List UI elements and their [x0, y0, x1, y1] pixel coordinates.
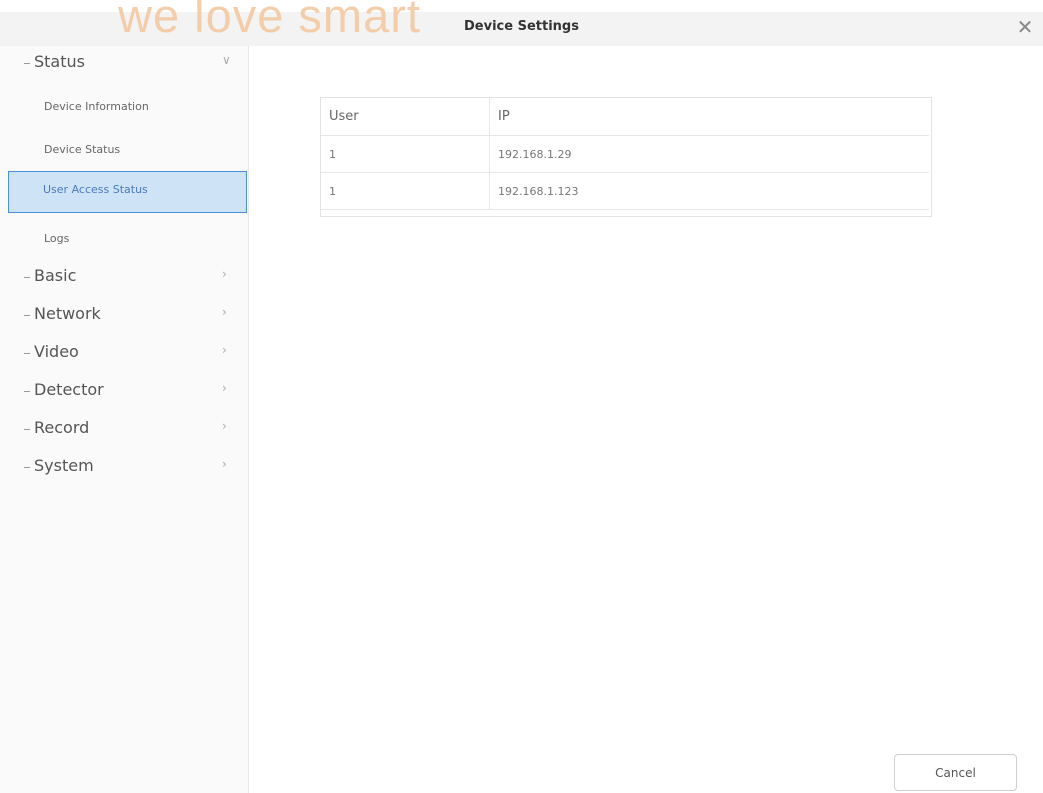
bullet-dash	[24, 391, 30, 392]
close-icon[interactable]: ✕	[1012, 14, 1038, 40]
sidebar-group-label: Basic	[34, 266, 77, 285]
bullet-dash	[24, 315, 30, 316]
cell-ip: 192.168.1.29	[489, 135, 929, 173]
sidebar-group-label: Network	[34, 304, 101, 323]
sidebar-item-label: Device Information	[44, 100, 149, 113]
bullet-dash	[24, 353, 30, 354]
sidebar-group-status[interactable]: Status ∨	[0, 46, 248, 82]
chevron-right-icon: ›	[222, 343, 227, 357]
sidebar-item-logs[interactable]: Logs	[10, 220, 246, 258]
sidebar-group-system[interactable]: System ›	[0, 450, 248, 486]
cell-ip-value: 192.168.1.29	[498, 147, 572, 161]
sidebar-group-label: Record	[34, 418, 90, 437]
cell-ip: 192.168.1.123	[489, 172, 929, 210]
sidebar-group-label: System	[34, 456, 94, 475]
cell-ip-value: 192.168.1.123	[498, 184, 579, 198]
user-access-table: User IP 1 192.168.1.29 1 192.168.1.123	[320, 97, 932, 217]
sidebar-group-label: Video	[34, 342, 79, 361]
cell-user: 1	[321, 135, 490, 173]
column-header-ip: IP	[489, 98, 929, 136]
chevron-down-icon: ∨	[222, 53, 231, 67]
bullet-dash	[24, 467, 30, 468]
table-row: 1 192.168.1.29	[321, 135, 929, 173]
sidebar-item-user-access-status[interactable]: User Access Status	[8, 171, 247, 213]
sidebar-item-label: User Access Status	[43, 183, 148, 196]
column-header-ip-label: IP	[498, 109, 510, 124]
sidebar-item-device-information[interactable]: Device Information	[10, 88, 246, 126]
table-header-row: User IP	[321, 98, 929, 136]
sidebar-item-device-status[interactable]: Device Status	[10, 131, 246, 169]
chevron-right-icon: ›	[222, 267, 227, 281]
bullet-dash	[24, 63, 30, 64]
chevron-right-icon: ›	[222, 419, 227, 433]
column-header-user: User	[321, 98, 490, 136]
sidebar-group-label: Status	[34, 52, 85, 71]
bullet-dash	[24, 277, 30, 278]
chevron-right-icon: ›	[222, 305, 227, 319]
chevron-right-icon: ›	[222, 457, 227, 471]
chevron-right-icon: ›	[222, 381, 227, 395]
content-panel: User IP 1 192.168.1.29 1 192.168.1.123	[249, 46, 1043, 793]
sidebar-group-network[interactable]: Network ›	[0, 298, 248, 334]
bullet-dash	[24, 429, 30, 430]
user-access-table-grid: User IP 1 192.168.1.29 1 192.168.1.123	[321, 98, 929, 210]
sidebar-group-video[interactable]: Video ›	[0, 336, 248, 372]
table-row: 1 192.168.1.123	[321, 172, 929, 210]
sidebar-group-basic[interactable]: Basic ›	[0, 260, 248, 296]
sidebar-item-label: Device Status	[44, 143, 121, 156]
device-settings-window: we love smart Device Settings ✕ Status ∨…	[0, 0, 1043, 793]
sidebar-group-detector[interactable]: Detector ›	[0, 374, 248, 410]
sidebar-item-label: Logs	[44, 232, 70, 245]
sidebar-group-record[interactable]: Record ›	[0, 412, 248, 448]
cancel-button[interactable]: Cancel	[894, 754, 1017, 791]
cell-user: 1	[321, 172, 490, 210]
dialog-title: Device Settings	[464, 19, 579, 34]
sidebar-menu: Status ∨ Device Information Device Statu…	[0, 46, 249, 793]
sidebar-group-label: Detector	[34, 380, 104, 399]
